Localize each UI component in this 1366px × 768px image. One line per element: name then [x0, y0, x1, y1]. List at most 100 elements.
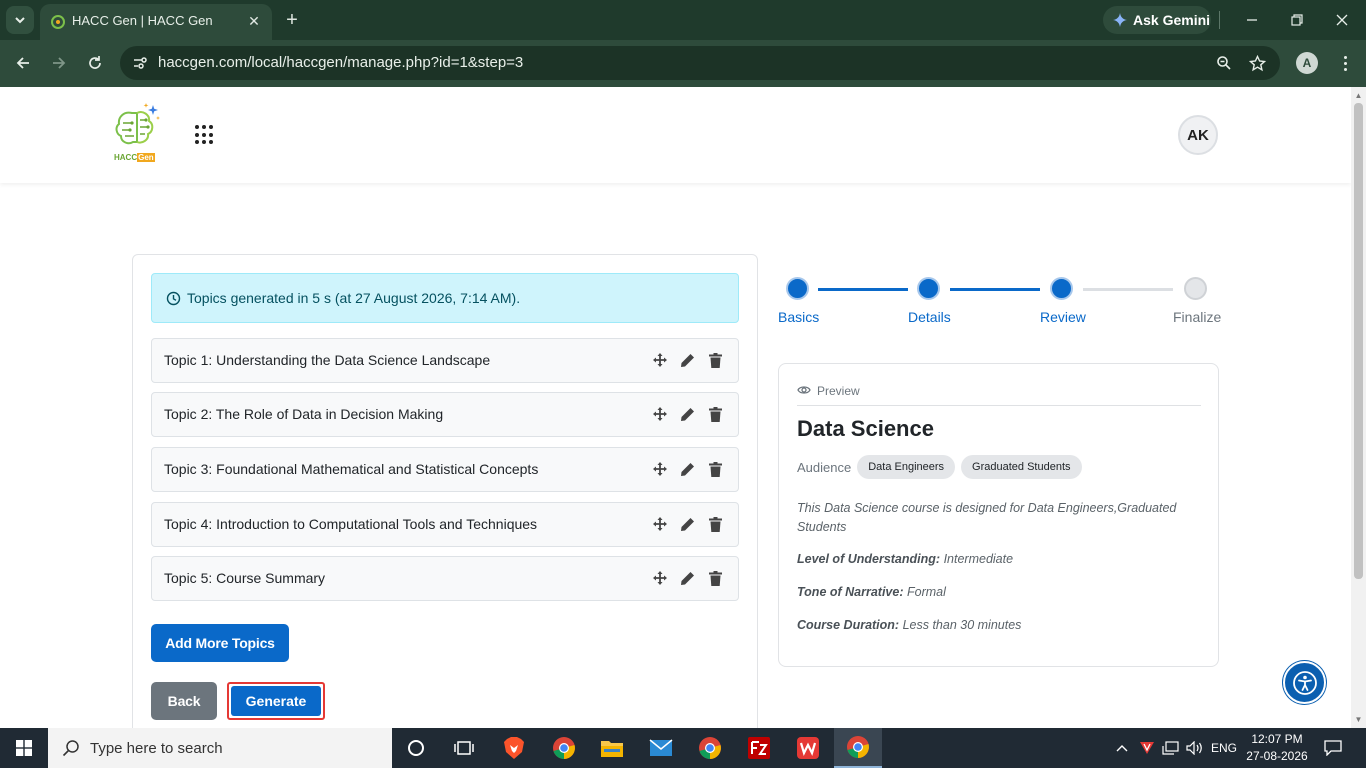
- bookmark-star-icon[interactable]: [1247, 53, 1267, 73]
- network-icon[interactable]: [1160, 728, 1182, 768]
- search-icon: [62, 740, 79, 757]
- task-view-icon[interactable]: [440, 728, 488, 768]
- clock-time: 12:07 PM: [1251, 732, 1303, 746]
- back-nav-button[interactable]: [11, 51, 35, 75]
- taskbar-clock[interactable]: 12:07 PM 27-08-2026: [1244, 731, 1310, 765]
- site-header: HACCGen AK: [0, 87, 1351, 183]
- step-dot-basics[interactable]: [786, 277, 809, 300]
- chrome-active-window-icon[interactable]: [834, 728, 882, 768]
- browser-menu-button[interactable]: [1335, 52, 1355, 74]
- topic-actions: [651, 405, 724, 423]
- restore-icon: [1291, 14, 1303, 26]
- edit-pencil-icon[interactable]: [679, 515, 696, 533]
- step-label-basics[interactable]: Basics: [778, 309, 819, 325]
- topic-row[interactable]: Topic 3: Foundational Mathematical and S…: [151, 447, 739, 492]
- taskbar-search-box[interactable]: Type here to search: [48, 728, 392, 768]
- topic-row[interactable]: Topic 4: Introduction to Computational T…: [151, 502, 739, 547]
- topic-title[interactable]: Topic 2: The Role of Data in Decision Ma…: [164, 406, 443, 422]
- ask-gemini-button[interactable]: Ask Gemini: [1103, 6, 1211, 34]
- delete-trash-icon[interactable]: [707, 569, 724, 587]
- tab-search-button[interactable]: [6, 6, 34, 34]
- tray-app-icon[interactable]: [1136, 728, 1158, 768]
- add-more-topics-button[interactable]: Add More Topics: [151, 624, 289, 662]
- delete-trash-icon[interactable]: [707, 405, 724, 423]
- edit-pencil-icon[interactable]: [679, 351, 696, 369]
- course-title: Data Science: [797, 416, 934, 441]
- step-dot-review[interactable]: [1050, 277, 1073, 300]
- brave-browser-icon[interactable]: [490, 728, 538, 768]
- topic-title[interactable]: Topic 1: Understanding the Data Science …: [164, 352, 490, 368]
- filezilla-icon[interactable]: [735, 728, 783, 768]
- move-icon[interactable]: [651, 515, 668, 533]
- step-label-finalize[interactable]: Finalize: [1173, 309, 1221, 325]
- topic-row[interactable]: Topic 1: Understanding the Data Science …: [151, 338, 739, 383]
- tab-close-icon[interactable]: ✕: [244, 11, 264, 31]
- edit-pencil-icon[interactable]: [679, 569, 696, 587]
- duration-value: Less than 30 minutes: [902, 618, 1022, 632]
- delete-trash-icon[interactable]: [707, 460, 724, 478]
- haccgen-favicon-icon: [51, 15, 65, 29]
- site-info-icon[interactable]: [130, 53, 150, 73]
- tone-value: Formal: [907, 585, 946, 599]
- topic-title[interactable]: Topic 5: Course Summary: [164, 570, 325, 586]
- file-explorer-icon[interactable]: [588, 728, 636, 768]
- reload-button[interactable]: [83, 51, 107, 75]
- restore-button[interactable]: [1285, 8, 1309, 32]
- scroll-thumb[interactable]: [1354, 103, 1363, 579]
- back-button[interactable]: Back: [151, 682, 217, 720]
- edit-pencil-icon[interactable]: [679, 460, 696, 478]
- zoom-icon[interactable]: [1214, 53, 1234, 73]
- accessibility-button[interactable]: [1283, 661, 1326, 704]
- browser-tab[interactable]: HACC Gen | HACC Gen ✕: [40, 4, 272, 40]
- step-dot-finalize[interactable]: [1184, 277, 1207, 300]
- page-scrollbar[interactable]: ▲ ▼: [1351, 87, 1366, 728]
- windows-taskbar: Type here to search ENG 12:07 PM 27-08-2…: [0, 728, 1366, 768]
- preview-header: Preview: [797, 384, 1201, 406]
- edit-pencil-icon[interactable]: [679, 405, 696, 423]
- move-icon[interactable]: [651, 351, 668, 369]
- minimize-button[interactable]: [1240, 8, 1264, 32]
- chrome-profile-icon[interactable]: [686, 728, 734, 768]
- scroll-down-icon[interactable]: ▼: [1354, 714, 1363, 724]
- move-icon[interactable]: [651, 569, 668, 587]
- apps-grid-icon[interactable]: [195, 125, 215, 145]
- move-icon[interactable]: [651, 405, 668, 423]
- tab-title: HACC Gen | HACC Gen: [72, 13, 213, 28]
- cortana-icon[interactable]: [392, 728, 440, 768]
- new-tab-button[interactable]: +: [280, 8, 304, 32]
- volume-icon[interactable]: [1184, 728, 1206, 768]
- tone-label: Tone of Narrative:: [797, 585, 904, 599]
- generate-button[interactable]: Generate: [231, 686, 321, 716]
- tone-field: Tone of Narrative: Formal: [797, 585, 946, 599]
- close-window-button[interactable]: [1330, 8, 1354, 32]
- ask-gemini-label: Ask Gemini: [1133, 12, 1211, 28]
- topic-row[interactable]: Topic 5: Course Summary: [151, 556, 739, 601]
- user-avatar[interactable]: AK: [1178, 115, 1218, 155]
- delete-trash-icon[interactable]: [707, 515, 724, 533]
- notification-icon[interactable]: [1320, 728, 1346, 768]
- mail-icon[interactable]: [637, 728, 685, 768]
- haccgen-logo[interactable]: HACCGen: [110, 103, 164, 165]
- browser-profile-avatar[interactable]: A: [1296, 52, 1318, 74]
- step-connector: [818, 288, 908, 291]
- scroll-up-icon[interactable]: ▲: [1354, 90, 1363, 100]
- address-bar[interactable]: haccgen.com/local/haccgen/manage.php?id=…: [120, 46, 1280, 80]
- start-button[interactable]: [0, 728, 48, 768]
- step-dot-details[interactable]: [917, 277, 940, 300]
- logo-wordmark: HACCGen: [114, 153, 155, 162]
- move-icon[interactable]: [651, 460, 668, 478]
- chrome-icon[interactable]: [540, 728, 588, 768]
- step-label-review[interactable]: Review: [1040, 309, 1086, 325]
- wps-office-icon[interactable]: [784, 728, 832, 768]
- input-language[interactable]: ENG: [1208, 728, 1240, 768]
- topic-title[interactable]: Topic 4: Introduction to Computational T…: [164, 516, 537, 532]
- step-label-details[interactable]: Details: [908, 309, 951, 325]
- url-text[interactable]: haccgen.com/local/haccgen/manage.php?id=…: [158, 54, 523, 71]
- topic-row[interactable]: Topic 2: The Role of Data in Decision Ma…: [151, 392, 739, 437]
- topic-title[interactable]: Topic 3: Foundational Mathematical and S…: [164, 461, 538, 477]
- minimize-icon: [1247, 19, 1257, 21]
- delete-trash-icon[interactable]: [707, 351, 724, 369]
- tray-chevron-up-icon[interactable]: [1112, 728, 1132, 768]
- forward-nav-button[interactable]: [47, 51, 71, 75]
- level-value: Intermediate: [943, 552, 1014, 566]
